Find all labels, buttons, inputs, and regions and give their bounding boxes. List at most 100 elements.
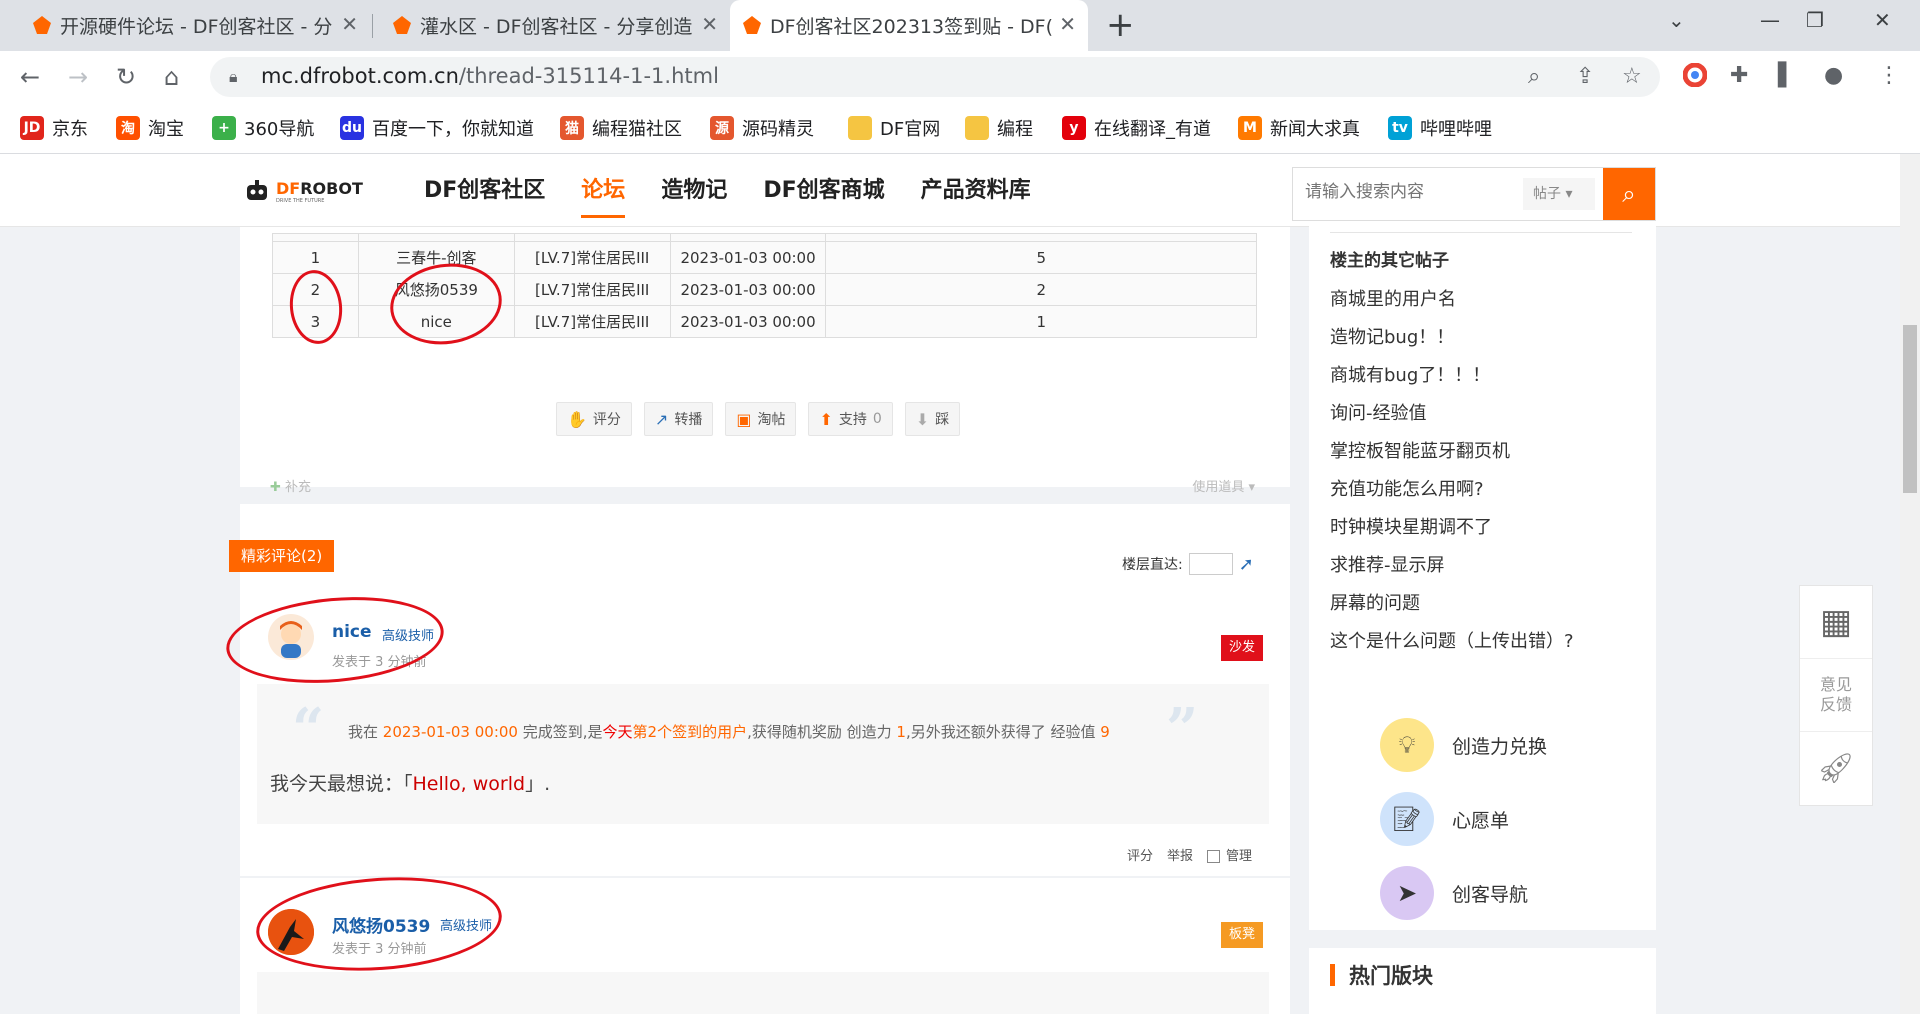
chrome-extension-icon[interactable]	[1682, 62, 1708, 93]
home-icon[interactable]: ⌂	[164, 64, 179, 90]
bookmark-item[interactable]: +360导航	[212, 115, 314, 141]
zoom-icon[interactable]: ⌕	[1528, 64, 1540, 89]
bookmark-favicon-icon: tv	[1388, 116, 1412, 140]
bookmark-label: 编程	[997, 119, 1033, 140]
bookmark-star-icon[interactable]: ☆	[1622, 64, 1642, 89]
sidebar-thread-link[interactable]: 这个是什么问题（上传出错）?	[1330, 623, 1574, 661]
rate-button[interactable]: ✋ 评分	[556, 402, 632, 436]
new-tab-button[interactable]: +	[1106, 6, 1135, 44]
browser-tab[interactable]: 灌水区 - DF创客社区 - 分享创造 ✕	[380, 0, 730, 51]
floor-jump-input[interactable]	[1188, 553, 1233, 575]
supplement-row: ✚ 补充 使用道具 ▾	[270, 476, 1255, 495]
web-page: DFROBOT DRIVE THE FUTURE DF创客社区 论坛 造物记 D…	[0, 154, 1920, 1014]
nav-community[interactable]: DF创客社区	[424, 172, 545, 204]
quick-link-wishlist[interactable]: 📝︎ 心愿单	[1380, 792, 1509, 846]
back-icon[interactable]: ←	[20, 64, 40, 90]
sidebar-thread-link[interactable]: 询问-经验值	[1330, 395, 1574, 433]
site-search: 帖子 ▾ ⌕	[1292, 167, 1656, 221]
table-cell-level: [LV.7]常住居民III	[513, 241, 671, 274]
bookmark-item[interactable]: DF官网	[848, 115, 940, 141]
table-row: 1 三春牛-创客 [LV.7]常住居民III 2023-01-03 00:00 5	[272, 241, 1257, 274]
checkbox[interactable]	[1207, 850, 1221, 863]
forward-button[interactable]: ↗ 转播	[643, 402, 714, 436]
title-accent-bar	[1330, 964, 1335, 986]
bookmark-item[interactable]: 淘淘宝	[116, 115, 184, 141]
quick-link-creativity[interactable]: 💡︎ 创造力兑换	[1380, 718, 1547, 772]
nav-product-library[interactable]: 产品资料库	[921, 172, 1031, 204]
featured-comments-badge: 精彩评论(2)	[229, 540, 335, 572]
search-scope-select[interactable]: 帖子 ▾	[1523, 178, 1595, 210]
share-icon: ↗	[654, 409, 669, 429]
dfrobot-logo[interactable]: DFROBOT DRIVE THE FUTURE	[244, 178, 363, 204]
bookmark-item[interactable]: du 百度一下，你就知道	[340, 115, 534, 141]
scrollbar-thumb[interactable]	[1903, 325, 1917, 493]
close-window-button[interactable]: ✕	[1874, 8, 1891, 32]
menu-kebab-icon[interactable]: ⋮	[1878, 63, 1900, 88]
tab-search-icon[interactable]: ⌄	[1668, 8, 1685, 32]
bookmark-item[interactable]: 猫编程猫社区	[560, 115, 682, 141]
minimize-button[interactable]: —	[1760, 8, 1780, 32]
page-scrollbar[interactable]	[1900, 154, 1920, 1014]
nav-store[interactable]: DF创客商城	[763, 172, 884, 204]
bookmark-item[interactable]: tv 哔哩哔哩	[1388, 115, 1492, 141]
sidebar-thread-link[interactable]: 时钟模块星期调不了	[1330, 509, 1574, 547]
close-tab-icon[interactable]: ✕	[1059, 12, 1076, 36]
bookmark-item[interactable]: y 在线翻译_有道	[1062, 115, 1211, 141]
go-arrow-icon[interactable]: ➚	[1239, 554, 1254, 575]
bookmark-item[interactable]: 编程	[965, 115, 1033, 141]
bookmark-favicon-icon: 淘	[116, 116, 140, 140]
qrcode-button[interactable]: ▦	[1800, 586, 1872, 659]
main-nav: DF创客社区 论坛 造物记 DF创客商城 产品资料库	[424, 172, 1067, 218]
nav-forum[interactable]: 论坛	[581, 172, 626, 218]
back-to-top-button[interactable]: 🚀︎	[1800, 732, 1872, 805]
bookmark-label: 360导航	[244, 119, 315, 140]
nav-makelog[interactable]: 造物记	[661, 172, 727, 204]
feedback-button[interactable]: 意见 反馈	[1800, 659, 1872, 732]
bookmark-favicon-icon: y	[1062, 116, 1086, 140]
bookmark-label: 京东	[52, 119, 88, 140]
share-icon[interactable]: ⇪	[1576, 64, 1594, 89]
search-button[interactable]: ⌕	[1603, 168, 1655, 220]
rate-link[interactable]: 评分	[1127, 845, 1153, 864]
bookmark-item[interactable]: M 新闻大求真	[1238, 115, 1360, 141]
side-panel-icon[interactable]: ▌	[1778, 63, 1795, 88]
sidebar-thread-link[interactable]: 掌控板智能蓝牙翻页机	[1330, 433, 1574, 471]
search-input[interactable]	[1305, 182, 1515, 202]
manage-checkbox[interactable]: 管理	[1207, 845, 1252, 864]
reload-icon[interactable]: ↻	[116, 64, 136, 90]
close-tab-icon[interactable]: ✕	[701, 12, 718, 36]
bookmark-item[interactable]: 源源码精灵	[710, 115, 814, 141]
bookmark-label: 淘宝	[148, 119, 184, 140]
forward-icon[interactable]: →	[68, 64, 88, 90]
post-ops: 评分 举报 管理	[1127, 845, 1252, 864]
quick-link-navigation[interactable]: ➤ 创客导航	[1380, 866, 1528, 920]
sidebar-thread-link[interactable]: 充值功能怎么用啊?	[1330, 471, 1574, 509]
use-item-link[interactable]: 使用道具 ▾	[1192, 476, 1255, 495]
qrcode-icon: ▦	[1819, 602, 1853, 642]
url-text[interactable]: mc.dfrobot.com.cn/thread-315114-1-1.html	[261, 64, 719, 88]
supplement-link[interactable]: ✚ 补充	[270, 480, 311, 495]
report-link[interactable]: 举报	[1167, 845, 1193, 864]
taobao-button[interactable]: ▣ 淘帖	[725, 402, 797, 436]
sidebar-thread-link[interactable]: 造物记bug！！	[1330, 319, 1574, 357]
bookmark-item[interactable]: JD 京东	[20, 115, 88, 141]
browser-tab[interactable]: 开源硬件论坛 - DF创客社区 - 分 ✕	[20, 0, 370, 51]
lock-icon[interactable]: 🔒︎	[229, 67, 238, 87]
logo-text: DFROBOT	[276, 178, 363, 198]
table-cell-days: 5	[825, 241, 1257, 274]
extensions-puzzle-icon[interactable]: ✚	[1730, 63, 1748, 88]
dfrobot-favicon-icon	[393, 16, 411, 34]
support-button[interactable]: ⬆ 支持 0	[808, 402, 893, 436]
restore-button[interactable]: ❐	[1806, 8, 1824, 32]
oppose-button[interactable]: ⬇ 踩	[904, 402, 961, 436]
table-cell-rank: 1	[272, 241, 359, 274]
hot-boards-title: 热门版块	[1330, 960, 1433, 990]
sidebar-thread-link[interactable]: 屏幕的问题	[1330, 585, 1574, 623]
sidebar-thread-link[interactable]: 求推荐-显示屏	[1330, 547, 1574, 585]
profile-avatar-icon[interactable]: ●	[1824, 63, 1843, 88]
bookmark-favicon-icon	[848, 116, 872, 140]
sidebar-thread-link[interactable]: 商城有bug了！！！	[1330, 357, 1574, 395]
sidebar-thread-link[interactable]: 商城里的用户名	[1330, 281, 1574, 319]
close-tab-icon[interactable]: ✕	[341, 12, 358, 36]
browser-tab-active[interactable]: DF创客社区202313签到贴 - DF( ✕	[730, 0, 1088, 51]
